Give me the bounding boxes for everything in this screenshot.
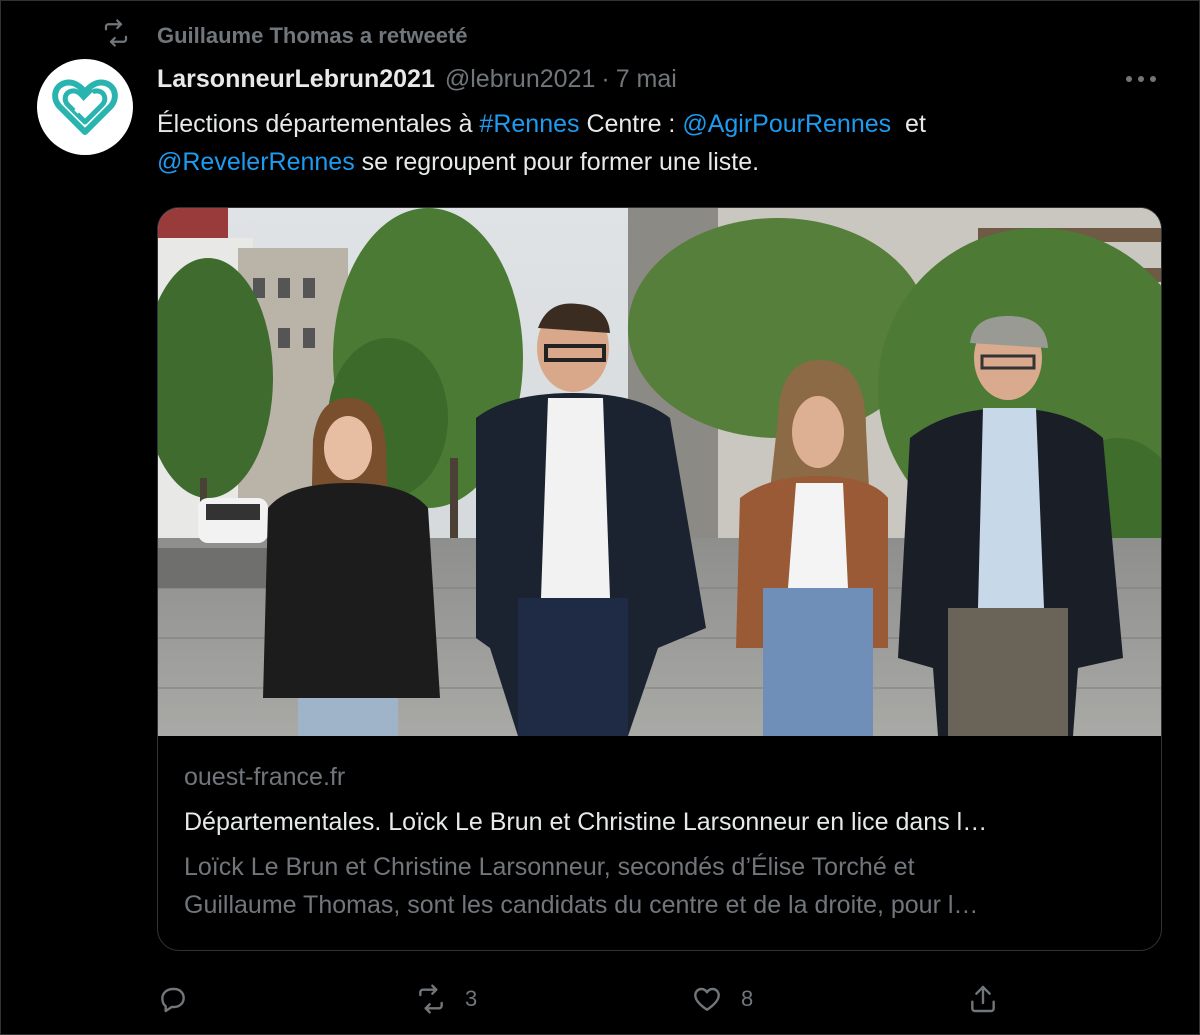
card-image[interactable] (158, 208, 1161, 736)
card-description-line: Guillaume Thomas, sont les candidats du … (184, 891, 979, 919)
share-icon (971, 985, 995, 1013)
like-count: 8 (741, 986, 754, 1011)
card-description-line: Loïck Le Brun et Christine Larsonneur, s… (184, 853, 915, 881)
retweet-context[interactable]: Guillaume Thomas a retweeté (101, 19, 468, 53)
more-icon (1126, 76, 1156, 82)
card-description: Loïck Le Brun et Christine Larsonneur, s… (184, 848, 1144, 924)
avatar[interactable] (37, 59, 133, 155)
tweet-text: Élections départementales à #Rennes Cent… (157, 105, 1157, 181)
share-button[interactable] (967, 983, 999, 1015)
hashtag-link[interactable]: #Rennes (479, 110, 579, 138)
tweet-text-part: et (891, 110, 926, 138)
separator-dot: · (601, 64, 610, 93)
tweet-actions: 3 8 (157, 977, 1007, 1021)
author-name[interactable]: LarsonneurLebrun2021 (157, 65, 435, 94)
mention-link[interactable]: @RevelerRennes (157, 148, 355, 176)
more-options-button[interactable] (1121, 63, 1161, 95)
like-button[interactable]: 8 (691, 983, 753, 1015)
tweet-header: LarsonneurLebrun2021 @lebrun2021 · 7 mai (157, 61, 677, 97)
retweet-count: 3 (465, 986, 478, 1011)
retweet-icon (419, 984, 443, 1014)
retweet-button[interactable]: 3 (415, 983, 477, 1015)
heart-icon (694, 987, 720, 1011)
card-title: Départementales. Loïck Le Brun et Christ… (184, 808, 988, 836)
author-handle[interactable]: @lebrun2021 (445, 65, 596, 94)
reply-icon (161, 987, 185, 1013)
tweet-text-part: se regroupent pour former une liste. (354, 148, 760, 176)
retweet-label: Guillaume Thomas a retweeté (157, 23, 468, 48)
tweet-date[interactable]: 7 mai (616, 65, 677, 94)
reply-button[interactable] (157, 983, 189, 1015)
tweet-text-part: Centre : (579, 110, 683, 138)
card-domain: ouest-france.fr (184, 763, 346, 791)
retweet-icon (101, 18, 157, 54)
mention-link[interactable]: @AgirPourRennes (682, 110, 891, 138)
tweet-text-part: Élections départementales à (157, 110, 480, 138)
link-card[interactable]: ouest-france.fr Départementales. Loïck L… (157, 207, 1162, 951)
heart-logo-icon (52, 79, 118, 135)
card-meta: ouest-france.fr Départementales. Loïck L… (184, 758, 1144, 924)
tweet-container[interactable]: Guillaume Thomas a retweeté LarsonneurLe… (0, 0, 1200, 1035)
